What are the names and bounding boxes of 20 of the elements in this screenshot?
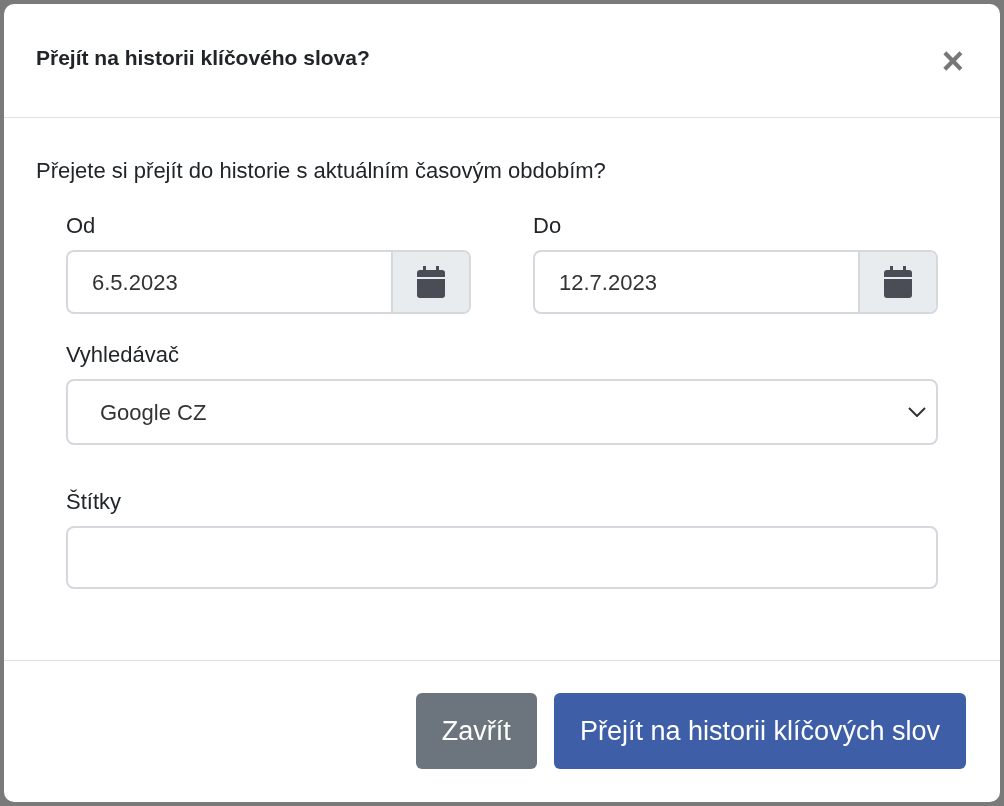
dialog-title: Přejít na historii klíčového slova?: [36, 44, 370, 71]
question-text: Přejete si přejít do historie s aktuálním časovým obdobím?: [36, 157, 607, 185]
field-label: Do: [533, 212, 563, 240]
field-label: Štítky: [66, 488, 122, 516]
close-button[interactable]: ×: [941, 41, 964, 80]
chevron-down-icon: [908, 407, 926, 417]
field-label: Od: [66, 212, 97, 240]
go-to-history-button[interactable]: Přejít na historii klíčových slov: [553, 693, 966, 769]
calendar-icon: [417, 266, 445, 298]
date-field[interactable]: 12.7.2023: [533, 250, 938, 314]
search-engine-select[interactable]: Google CZ: [66, 379, 938, 445]
field-label: Vyhledávač: [66, 341, 180, 369]
date-value: 12.7.2023: [558, 268, 658, 297]
date-value: 6.5.2023: [91, 268, 179, 297]
close-dialog-button[interactable]: Zavřít: [415, 693, 537, 769]
calendar-button[interactable]: [858, 252, 936, 312]
tags-input-field[interactable]: [66, 526, 938, 589]
calendar-button[interactable]: [391, 252, 469, 312]
calendar-icon: [884, 266, 912, 298]
date-field[interactable]: 6.5.2023: [66, 250, 471, 314]
